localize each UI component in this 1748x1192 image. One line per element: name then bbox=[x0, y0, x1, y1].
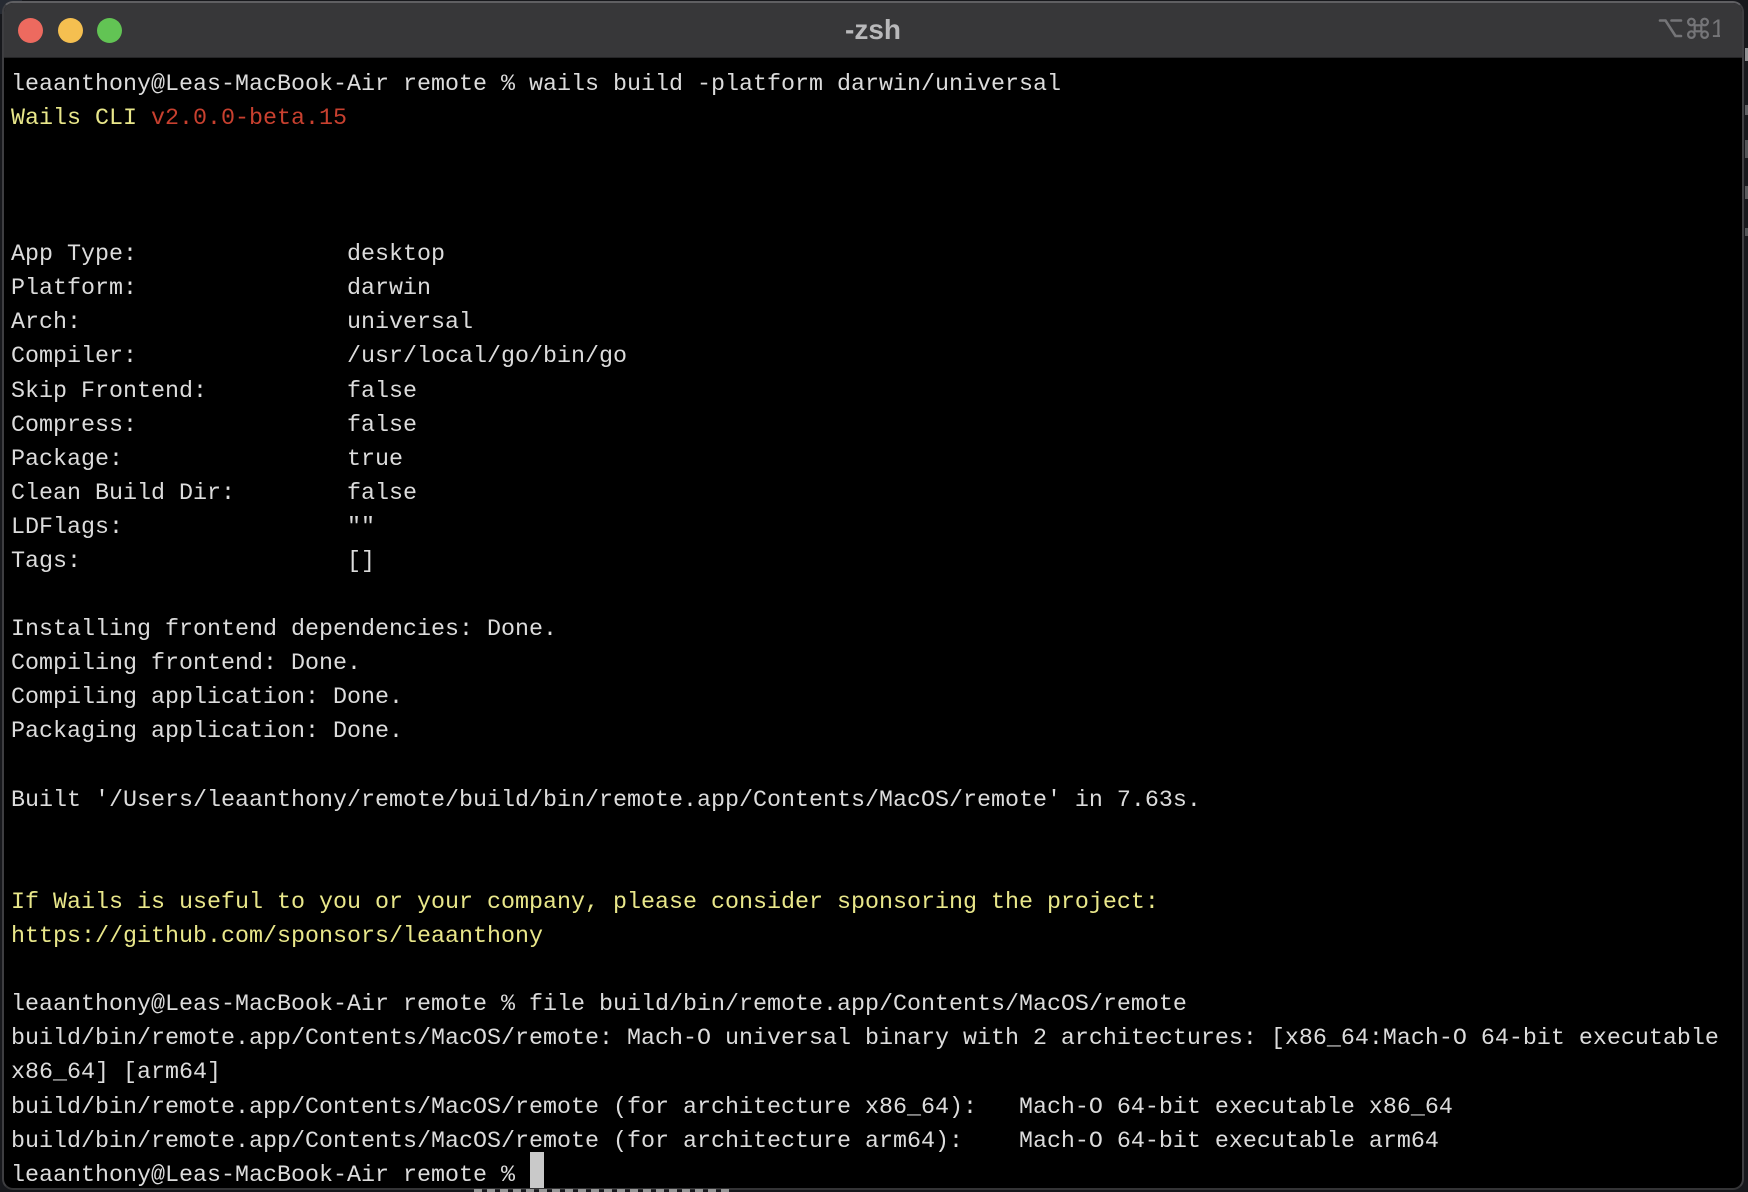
svg-text:1: 1 bbox=[1711, 15, 1720, 41]
